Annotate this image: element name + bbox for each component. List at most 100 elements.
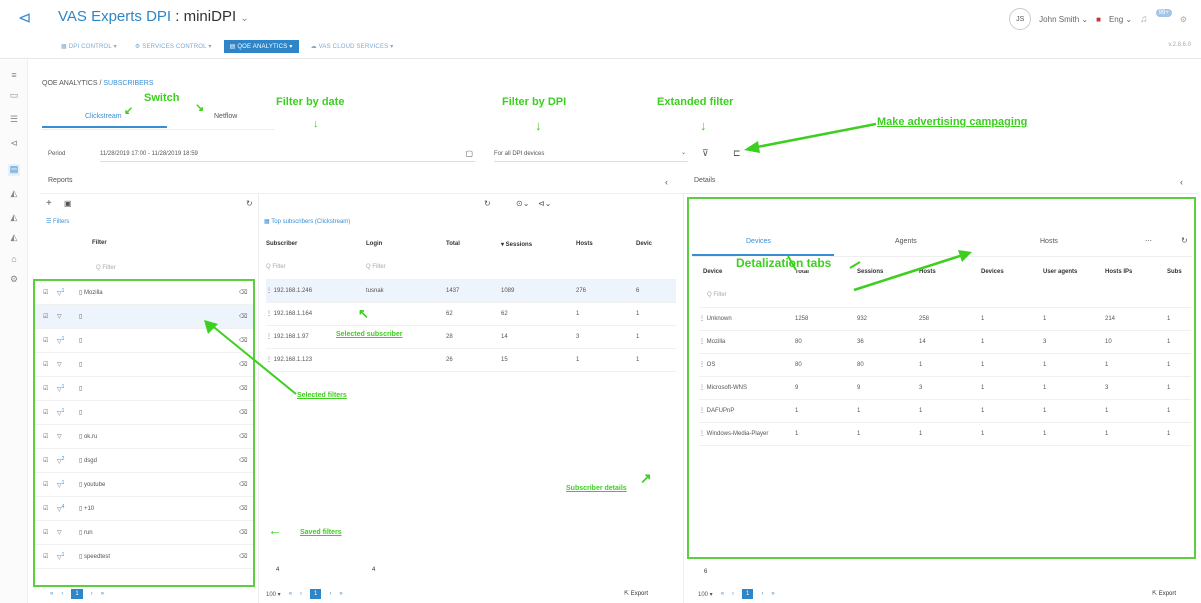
filter-search-input[interactable]: Q Filter	[96, 265, 116, 271]
nav-qoe-analytics[interactable]: ▤ QOE ANALYTICS ▾	[223, 39, 299, 53]
device-filter-input[interactable]: Q Filter	[707, 292, 727, 298]
column-header[interactable]: ▾ Sessions	[501, 232, 576, 256]
collapse-details-icon[interactable]: ‹	[1180, 177, 1183, 187]
delete-icon[interactable]: ⌫	[239, 409, 253, 416]
export-subscribers-button[interactable]: ⇱ Export	[624, 590, 648, 597]
filter-funnel-icon[interactable]: ▽1	[57, 480, 79, 489]
app-title[interactable]: VAS Experts DPI : miniDPI ⌄	[58, 8, 249, 25]
table-row[interactable]: ⋮ 192.168.1.164 62 62 1 1	[266, 302, 676, 326]
checkbox-icon[interactable]: ☑	[43, 409, 57, 416]
dev-pager-first[interactable]: «	[721, 591, 724, 597]
checkbox-icon[interactable]: ☑	[43, 313, 57, 320]
filter-funnel-icon[interactable]: ▽4	[57, 504, 79, 513]
filter-row[interactable]: ☑ ▽2 ▯ dsgd ⌫	[35, 449, 253, 473]
table-row[interactable]: ⋮ OS 80 80 1 1 1 1 1	[699, 353, 1191, 377]
filter-funnel-icon[interactable]: ▽1	[57, 336, 79, 345]
filter-funnel-icon[interactable]: ▽1	[57, 384, 79, 393]
nav-services-control[interactable]: ⚙ SERVICES CONTROL ▾	[129, 40, 218, 53]
delete-icon[interactable]: ⌫	[239, 433, 253, 440]
tab-clickstream[interactable]: Clickstream	[85, 113, 122, 120]
extended-filter-icon[interactable]: ⊽	[702, 148, 709, 159]
collapse-reports-icon[interactable]: ‹	[665, 177, 668, 187]
filter-row[interactable]: ☑ ▽ ▯ ok.ru ⌫	[35, 425, 253, 449]
sub-pager-current[interactable]: 1	[310, 589, 322, 599]
breadcrumb-section[interactable]: QOE ANALYTICS /	[42, 80, 103, 87]
column-header[interactable]: Devices	[981, 260, 1043, 284]
filters-header[interactable]: ☰ Filters	[46, 218, 69, 225]
checkbox-icon[interactable]: ☑	[43, 385, 57, 392]
tab-hosts[interactable]: Hosts	[1040, 238, 1058, 245]
column-header[interactable]: User agents	[1043, 260, 1105, 284]
pager-current[interactable]: 1	[71, 589, 83, 599]
refresh-subscribers-icon[interactable]: ↻	[484, 199, 491, 208]
pager-first[interactable]: «	[50, 591, 53, 597]
row-handle-icon[interactable]: ⋮	[699, 362, 707, 368]
user-menu[interactable]: John Smith ⌄	[1039, 15, 1088, 24]
filter-funnel-icon[interactable]: ▽1	[57, 408, 79, 417]
calendar-icon[interactable]: ▢	[465, 149, 473, 158]
export-devices-button[interactable]: ⇱ Export	[1152, 590, 1176, 597]
sub-pager-next[interactable]: ›	[329, 591, 331, 597]
filter-row[interactable]: ☑ ▽1 ▯ Mozilla ⌫	[35, 281, 253, 305]
filter-funnel-icon[interactable]: ▽	[57, 313, 79, 320]
delete-icon[interactable]: ⌫	[239, 529, 253, 536]
nav-vas-cloud[interactable]: ☁ VAS CLOUD SERVICES ▾	[305, 40, 400, 53]
checkbox-icon[interactable]: ☑	[43, 481, 57, 488]
tab-agents[interactable]: Agents	[895, 238, 917, 245]
delete-icon[interactable]: ⌫	[239, 289, 253, 296]
dev-pager-last[interactable]: »	[771, 591, 774, 597]
login-filter-input[interactable]: Q Filter	[366, 264, 386, 270]
delete-icon[interactable]: ⌫	[239, 481, 253, 488]
column-header[interactable]: Total	[446, 232, 501, 256]
dpi-select[interactable]: For all DPI devices ⌄	[494, 146, 688, 162]
sub-pager-first[interactable]: «	[289, 591, 292, 597]
add-icon[interactable]: +	[46, 198, 52, 209]
checkbox-icon[interactable]: ☑	[43, 433, 57, 440]
table-row[interactable]: ⋮ 192.168.1.123 26 15 1 1	[266, 348, 676, 372]
filter-row[interactable]: ☑ ▽1 ▯ ⌫	[35, 401, 253, 425]
row-handle-icon[interactable]: ⋮	[266, 288, 274, 294]
services-icon[interactable]: ⚙	[8, 274, 20, 286]
dev-pager-next[interactable]: ›	[761, 591, 763, 597]
subscriber-filter-input[interactable]: Q Filter	[266, 264, 286, 270]
row-handle-icon[interactable]: ⋮	[266, 311, 274, 317]
language-menu[interactable]: Eng ⌄	[1109, 15, 1132, 24]
chart-icon-2[interactable]: ◭	[8, 212, 20, 224]
columns-menu-icon[interactable]: ⊙⌄	[516, 199, 529, 208]
table-row[interactable]: ⋮ 192.168.1.97 28 14 3 1	[266, 325, 676, 349]
settings-icon[interactable]: ⚙	[1180, 15, 1187, 24]
delete-icon[interactable]: ⌫	[239, 553, 253, 560]
pager-last[interactable]: »	[101, 591, 104, 597]
tab-netflow[interactable]: Netflow	[214, 113, 237, 120]
sub-pager-prev[interactable]: ‹	[300, 591, 302, 597]
nav-dpi-control[interactable]: ▦ DPI CONTROL ▾	[55, 40, 123, 53]
column-header[interactable]: Hosts IPs	[1105, 260, 1167, 284]
pager-next[interactable]: ›	[91, 591, 93, 597]
table-row[interactable]: ⋮ DAFUPnP 1 1 1 1 1 1 1	[699, 399, 1191, 423]
menu-icon[interactable]: ≡	[8, 70, 20, 82]
tabs-more-icon[interactable]: ⋯	[1145, 237, 1152, 245]
column-header[interactable]: Subs	[1167, 260, 1191, 284]
filter-funnel-icon[interactable]: ▽1	[57, 288, 79, 297]
filter-row[interactable]: ☑ ▽ ▯ run ⌫	[35, 521, 253, 545]
filter-funnel-icon[interactable]: ▽	[57, 361, 79, 368]
analytics-icon[interactable]: ▤	[8, 164, 20, 176]
chart-icon[interactable]: ◭	[8, 188, 20, 200]
dev-page-size-select[interactable]: 100 ▾	[698, 591, 713, 598]
table-row[interactable]: ⋮ Unknown 1258 932 258 1 1 214 1	[699, 307, 1191, 331]
save-icon[interactable]: ▣	[64, 199, 72, 208]
table-row[interactable]: ⋮ Windows-Media-Player 1 1 1 1 1 1 1	[699, 422, 1191, 446]
row-handle-icon[interactable]: ⋮	[699, 431, 707, 437]
list-icon[interactable]: ☰	[8, 114, 20, 126]
refresh-details-icon[interactable]: ↻	[1181, 236, 1188, 245]
chart-icon-3[interactable]: ◭	[8, 232, 20, 244]
bell-icon[interactable]: ♫	[1140, 14, 1148, 25]
column-header[interactable]: Hosts	[576, 232, 636, 256]
home-icon[interactable]: ⌂	[8, 254, 20, 266]
filter-row[interactable]: ☑ ▽1 ▯ speedtest ⌫	[35, 545, 253, 569]
network-icon[interactable]: ⊲	[8, 138, 20, 150]
row-handle-icon[interactable]: ⋮	[699, 339, 707, 345]
tab-devices[interactable]: Devices	[746, 238, 771, 245]
checkbox-icon[interactable]: ☑	[43, 457, 57, 464]
checkbox-icon[interactable]: ☑	[43, 289, 57, 296]
